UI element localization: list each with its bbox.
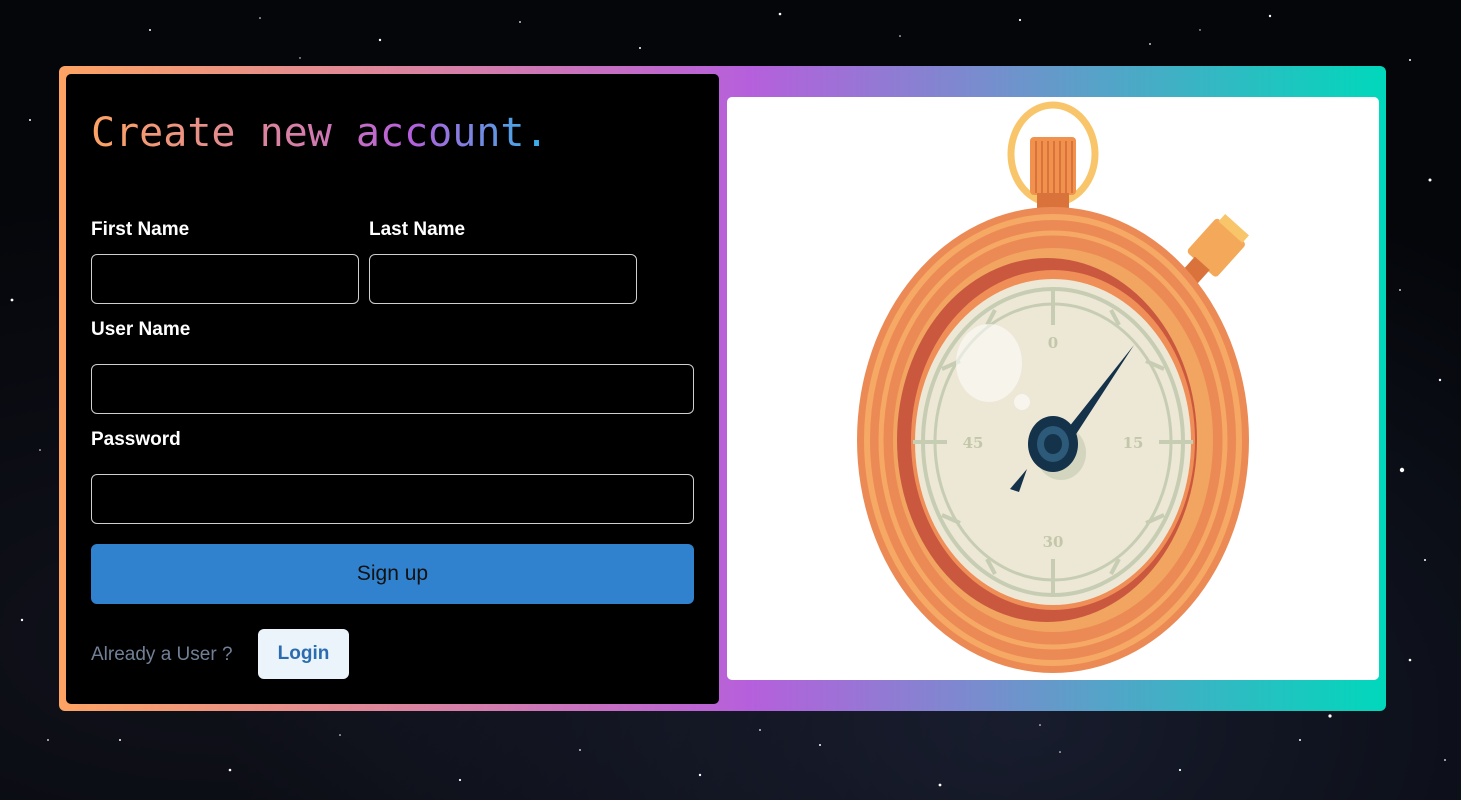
login-button[interactable]: Login	[258, 629, 349, 679]
dial-number-0: 0	[1048, 334, 1058, 352]
password-label: Password	[91, 429, 181, 450]
signup-button[interactable]: Sign up	[91, 544, 694, 604]
dial-number-30: 30	[1043, 533, 1064, 551]
user-name-input[interactable]	[91, 364, 694, 414]
page-title: Create new account.	[91, 110, 549, 156]
first-name-label: First Name	[91, 219, 190, 240]
already-user-text: Already a User ?	[91, 644, 233, 665]
user-name-label: User Name	[91, 319, 191, 340]
stopwatch-image-panel: 0 15 30 45	[727, 97, 1379, 680]
dial-number-45: 45	[963, 434, 984, 452]
last-name-input[interactable]	[369, 254, 637, 304]
password-input[interactable]	[91, 474, 694, 524]
dial-number-15: 15	[1123, 434, 1144, 452]
last-name-label: Last Name	[369, 219, 466, 240]
first-name-input[interactable]	[91, 254, 359, 304]
stopwatch-icon: 0 15 30 45	[857, 101, 1249, 673]
